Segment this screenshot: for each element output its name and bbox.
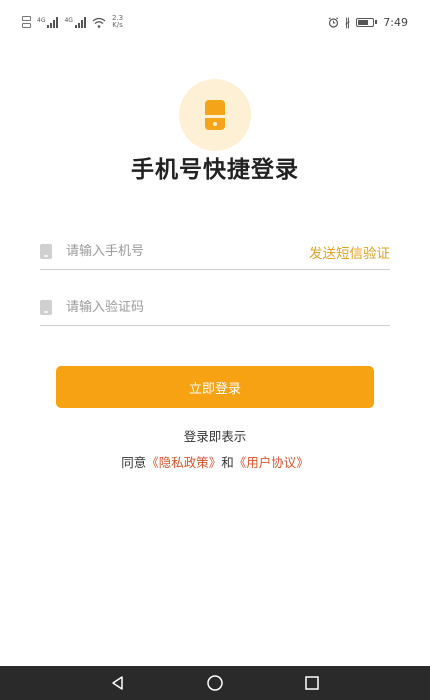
wifi-icon xyxy=(92,17,106,28)
status-bar: 4G 4G 2.3 K/s ∦ 7:49 xyxy=(0,0,430,44)
nav-home-button[interactable] xyxy=(200,668,230,698)
bluetooth-icon: ∦ xyxy=(344,15,351,29)
back-triangle-icon xyxy=(112,676,124,690)
agreement-notice: 登录即表示 xyxy=(183,429,247,444)
signal-tag: 4G xyxy=(37,16,46,24)
phone-icon xyxy=(40,244,52,259)
speed-unit: K/s xyxy=(112,21,123,29)
alarm-icon xyxy=(328,16,339,28)
signal-icon: 4G xyxy=(64,16,86,28)
login-button[interactable]: 立即登录 xyxy=(56,366,374,408)
status-left: 4G 4G 2.3 K/s xyxy=(22,15,123,29)
network-speed: 2.3 K/s xyxy=(112,15,123,29)
nav-back-button[interactable] xyxy=(103,668,133,698)
send-sms-code-button[interactable]: 发送短信验证 xyxy=(309,242,390,262)
battery-icon xyxy=(356,17,378,27)
signal-tag: 4G xyxy=(64,16,73,24)
user-agreement-link[interactable]: 《用户协议》 xyxy=(234,455,309,470)
code-field-row xyxy=(40,290,390,326)
status-right: ∦ 7:49 xyxy=(328,16,408,29)
recent-square-icon xyxy=(304,676,319,690)
page-title: 手机号快捷登录 xyxy=(131,157,299,183)
system-nav-bar xyxy=(0,666,430,700)
agreement-conjunction: 和 xyxy=(221,455,234,470)
app-logo xyxy=(179,79,251,151)
privacy-policy-link[interactable]: 《隐私政策》 xyxy=(146,455,221,470)
clock-time: 7:49 xyxy=(383,15,408,29)
nav-recent-button[interactable] xyxy=(297,668,327,698)
phone-icon xyxy=(205,100,225,130)
phone-input[interactable] xyxy=(66,244,309,259)
lock-icon xyxy=(40,300,52,315)
phone-field-row: 发送短信验证 xyxy=(40,234,390,270)
agreement-prefix: 同意 xyxy=(121,455,147,470)
signal-icon: 4G xyxy=(37,16,59,28)
agreement-links: 同意《隐私政策》和《用户协议》 xyxy=(0,452,430,471)
verification-code-input[interactable] xyxy=(66,300,390,315)
home-circle-icon xyxy=(207,675,223,691)
sim-icon xyxy=(22,16,31,28)
